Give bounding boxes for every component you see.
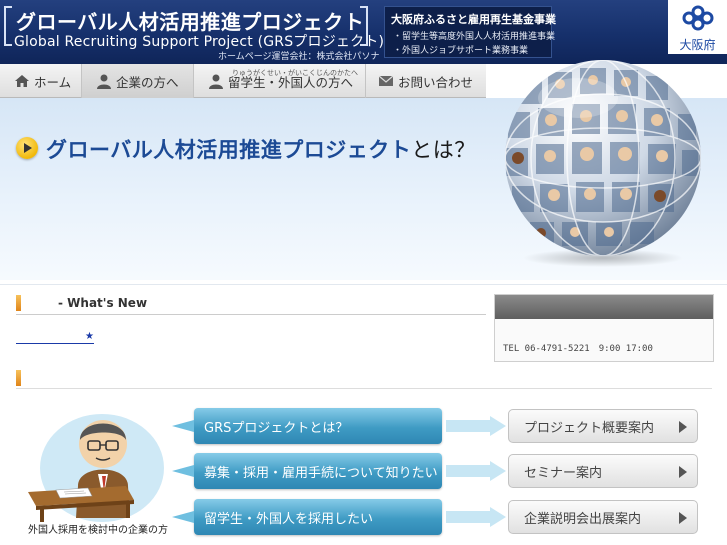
mail-icon — [378, 75, 394, 86]
seminar-info-label: セミナー案内 — [524, 465, 603, 481]
operating-company: ホームページ運営会社：株式会社パソナ — [218, 52, 380, 62]
person-caption: 外国人採用を検討中の企業の方 — [28, 525, 168, 536]
nav-students-ruby: りゅうがくせい・がいこくじんのかたへ — [232, 69, 358, 77]
fund-info-box: 大阪府ふるさと雇用再生基金事業 ・留学生等高度外国人人材活用推進事業 ・外国人ジ… — [384, 6, 556, 58]
chevron-right-icon — [679, 466, 687, 478]
fund-item: ・留学生等高度外国人人材活用推進事業 — [393, 32, 556, 42]
divider — [0, 284, 727, 285]
play-arrow-icon — [16, 137, 38, 159]
fund-item: ・外国人ジョブサポート業務事業 — [393, 46, 529, 56]
nav-home-label: ホーム — [34, 74, 72, 90]
osaka-label: 大阪府 — [679, 38, 716, 52]
nav-corporate-label: 企業の方へ — [116, 74, 179, 90]
cta-question-hire[interactable]: 留学生・外国人を採用したい — [172, 499, 442, 535]
section-marker-icon — [16, 370, 21, 386]
logo-bracket-right — [360, 6, 368, 46]
project-overview-label: プロジェクト概要案内 — [524, 420, 655, 436]
company-fair-button[interactable]: 企業説明会出展案内 — [508, 500, 698, 534]
chevron-right-icon — [679, 512, 687, 524]
site-header: グローバル人材活用推進プロジェクト Global Recruiting Supp… — [0, 0, 727, 64]
contact-phone-hours: TEL 06-4791-5221 9:00 17:00 — [503, 344, 653, 354]
hero-title: グローバル人材活用推進プロジェクトとは？ — [46, 134, 476, 164]
nav-home[interactable]: ホーム — [0, 64, 82, 98]
divider — [16, 314, 486, 315]
nav-contact[interactable]: お問い合わせ — [366, 64, 486, 98]
whats-new-title: - What's New — [58, 296, 148, 310]
arrow-right-icon — [446, 461, 506, 481]
person-icon — [97, 74, 111, 89]
arrow-right-icon — [446, 416, 506, 436]
home-icon — [15, 75, 29, 87]
person-icon — [209, 74, 223, 89]
cta-question-grs-project[interactable]: GRSプロジェクトとは？ — [172, 408, 442, 444]
businessman-at-desk-illustration — [28, 414, 164, 522]
divider — [16, 388, 712, 389]
section-marker-icon — [16, 295, 21, 311]
chevron-right-icon — [679, 421, 687, 433]
osaka-emblem-icon — [682, 5, 714, 31]
seminar-info-button[interactable]: セミナー案内 — [508, 454, 698, 488]
contact-info-box: TEL 06-4791-5221 9:00 17:00 — [494, 294, 714, 362]
arrow-right-icon — [446, 507, 506, 527]
nav-corporate[interactable]: 企業の方へ — [82, 64, 194, 98]
logo-bracket-left — [4, 6, 12, 46]
nav-contact-label: お問い合わせ — [398, 74, 474, 90]
company-fair-label: 企業説明会出展案内 — [524, 511, 642, 527]
site-logo-subtitle: Global Recruiting Support Project (GRSプロ… — [14, 34, 385, 50]
contact-box-header — [495, 295, 713, 319]
globe-of-people-image — [505, 60, 701, 267]
osaka-prefecture-logo[interactable]: 大阪府 — [668, 0, 727, 54]
news-link[interactable]: ★ — [16, 332, 94, 344]
fund-title: 大阪府ふるさと雇用再生基金事業 — [391, 13, 556, 26]
hero-title-main: グローバル人材活用推進プロジェクト — [46, 138, 412, 162]
project-overview-button[interactable]: プロジェクト概要案内 — [508, 409, 698, 443]
cta-question-recruitment[interactable]: 募集・採用・雇用手続について知りたい — [172, 453, 442, 489]
hero-title-suffix: とは？ — [411, 138, 476, 162]
